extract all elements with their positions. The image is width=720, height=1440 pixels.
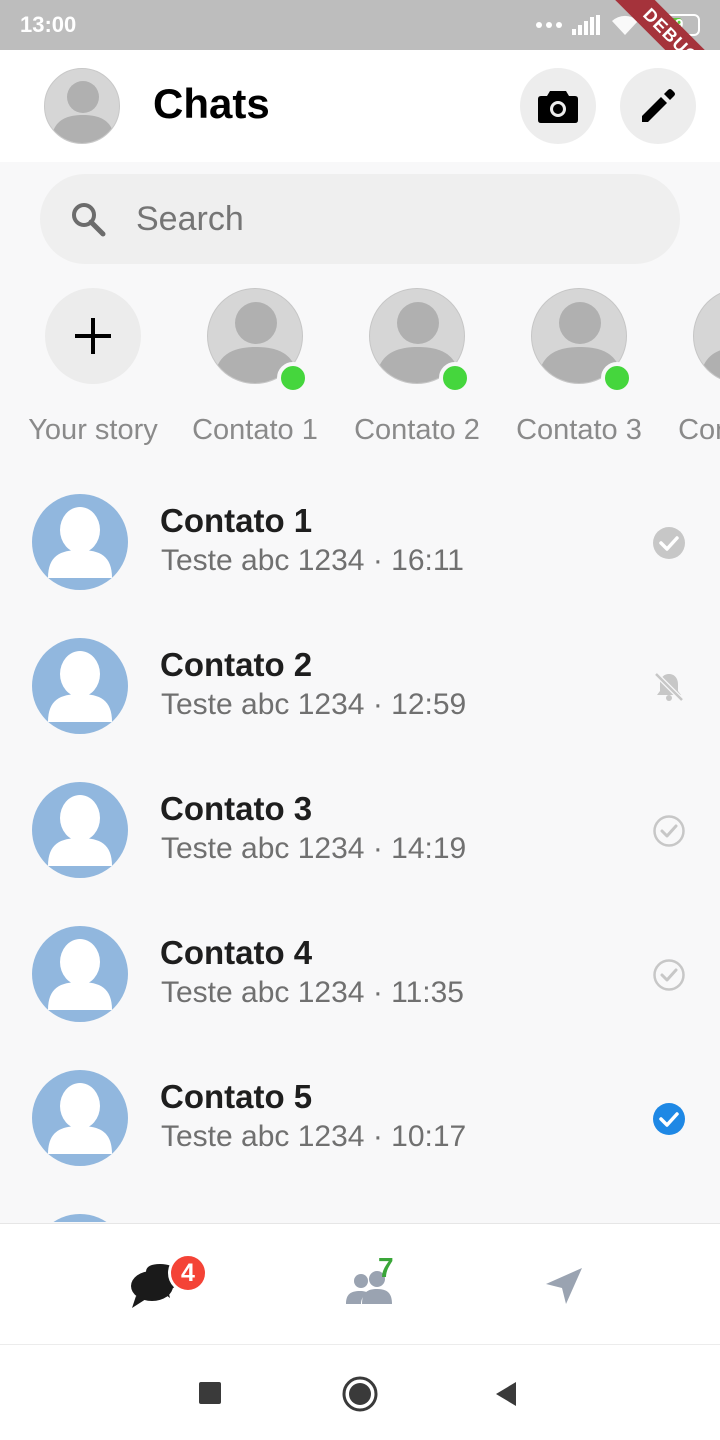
chat-name: Contato 1: [160, 502, 313, 539]
sent-check-icon: [653, 959, 685, 991]
contact-avatar: [32, 782, 128, 878]
story-avatar[interactable]: [693, 288, 720, 384]
page-title: Chats: [153, 80, 270, 127]
messenger-screen: 13:00 59 DEBUG Chats: [0, 0, 720, 1440]
delivered-check-icon: [653, 1103, 685, 1135]
online-indicator: [277, 362, 309, 394]
online-indicator: [601, 362, 633, 394]
nav-discover[interactable]: [440, 1224, 680, 1344]
chat-preview: Teste abc 1234 · 14:19: [161, 832, 467, 865]
chat-list: Contato 1 Teste abc 1234 · 16:11 Contato…: [0, 470, 720, 1222]
chat-preview: Teste abc 1234 · 16:11: [161, 544, 464, 577]
chat-row[interactable]: Contato 5 Teste abc 1234 · 10:17: [0, 1046, 720, 1190]
story-label: Your story: [28, 414, 158, 446]
contact-avatar: [32, 1070, 128, 1166]
camera-button[interactable]: [520, 68, 596, 144]
person-silhouette-icon: [48, 507, 112, 578]
chats-badge: 4: [168, 1253, 208, 1293]
person-silhouette-icon: [48, 795, 112, 866]
chat-preview: Teste abc 1234 · 11:35: [161, 976, 464, 1009]
story-item[interactable]: Contato 3: [509, 286, 649, 456]
signal-icon: [572, 15, 600, 35]
chat-name: Contato 3: [160, 790, 313, 827]
chat-preview: Teste abc 1234 · 10:17: [161, 1120, 467, 1153]
people-badge: 7: [378, 1252, 394, 1283]
read-check-icon: [653, 527, 685, 559]
plus-icon: [75, 318, 111, 354]
story-item[interactable]: Contato 4: [671, 286, 720, 456]
search-icon: [72, 203, 106, 237]
home-circle-icon[interactable]: [341, 1375, 379, 1413]
person-silhouette-icon: [51, 81, 115, 143]
person-silhouette-icon: [700, 350, 720, 383]
contact-avatar: [32, 1214, 128, 1222]
person-silhouette-icon: [48, 1083, 112, 1154]
camera-icon: [538, 91, 578, 123]
recents-square-icon[interactable]: [198, 1381, 222, 1405]
chat-row[interactable]: Contato 2 Teste abc 1234 · 12:59: [0, 614, 720, 758]
chat-row[interactable]: [0, 1190, 720, 1222]
contact-avatar: [32, 494, 128, 590]
story-add[interactable]: Your story: [23, 286, 163, 456]
chat-name: Contato 2: [160, 646, 313, 683]
chat-name: Contato 5: [160, 1078, 313, 1115]
muted-bell-icon: [654, 672, 684, 702]
discover-arrow-icon: [546, 1268, 582, 1304]
search-bar[interactable]: [40, 174, 680, 264]
online-indicator: [439, 362, 471, 394]
story-label: Contato 2: [354, 414, 480, 446]
back-triangle-icon[interactable]: [494, 1380, 518, 1408]
story-item[interactable]: Contato 1: [185, 286, 325, 456]
more-dots-icon: [536, 22, 562, 28]
chat-name: Contato 4: [160, 934, 313, 971]
story-item[interactable]: Contato 2: [347, 286, 487, 456]
person-silhouette-icon: [48, 939, 112, 1010]
contact-avatar: [32, 926, 128, 1022]
header: Chats: [0, 50, 720, 162]
profile-avatar[interactable]: [44, 68, 120, 144]
story-label: Contato 1: [192, 414, 318, 446]
bottom-nav: 4 7: [0, 1223, 720, 1344]
chat-row[interactable]: Contato 4 Teste abc 1234 · 11:35: [0, 902, 720, 1046]
sent-check-icon: [653, 815, 685, 847]
add-story-button[interactable]: [45, 288, 141, 384]
stories-row: Your story Contato 1 Contato 2 Contato 3…: [0, 286, 720, 456]
new-message-button[interactable]: [620, 68, 696, 144]
chat-row[interactable]: Contato 3 Teste abc 1234 · 14:19: [0, 758, 720, 902]
story-label: Contato 4: [678, 414, 720, 446]
status-bar: 13:00 59: [0, 0, 720, 50]
search-input[interactable]: [136, 194, 636, 244]
chat-preview: Teste abc 1234 · 12:59: [161, 688, 467, 721]
person-silhouette-icon: [32, 1214, 128, 1222]
contact-avatar: [32, 638, 128, 734]
chat-row[interactable]: Contato 1 Teste abc 1234 · 16:11: [0, 470, 720, 614]
system-nav-bar: [0, 1344, 720, 1440]
person-silhouette-icon: [48, 651, 112, 722]
status-time: 13:00: [20, 12, 77, 37]
edit-pencil-icon: [642, 89, 675, 122]
story-label: Contato 3: [516, 414, 642, 446]
